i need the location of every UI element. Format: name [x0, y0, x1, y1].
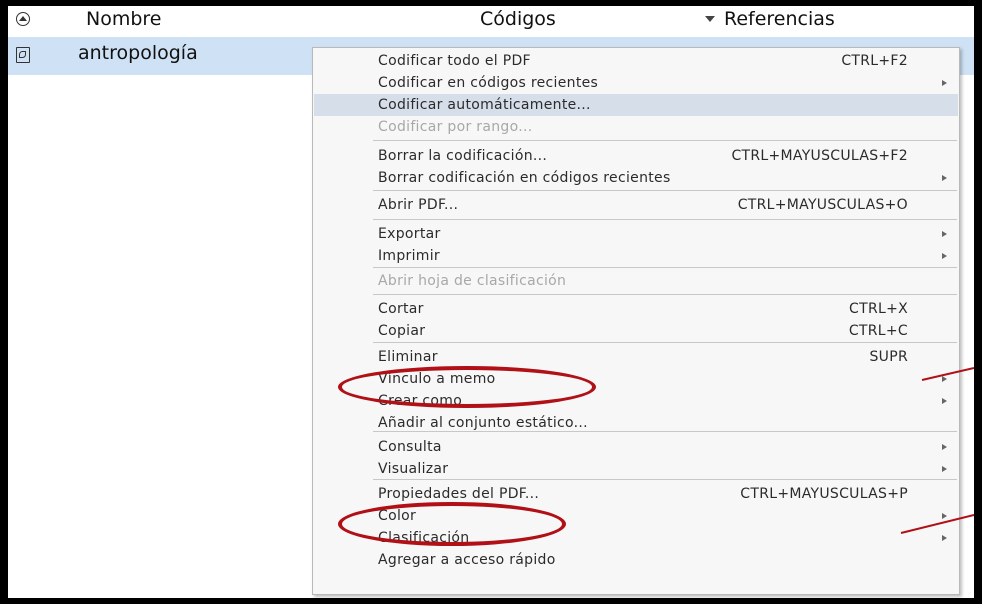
annotation-lines	[900, 367, 974, 534]
annotation-line-color	[900, 514, 974, 534]
annotation-line-vinculo	[921, 367, 974, 381]
app-window: Nombre Códigos Referencias antropología …	[8, 6, 974, 598]
